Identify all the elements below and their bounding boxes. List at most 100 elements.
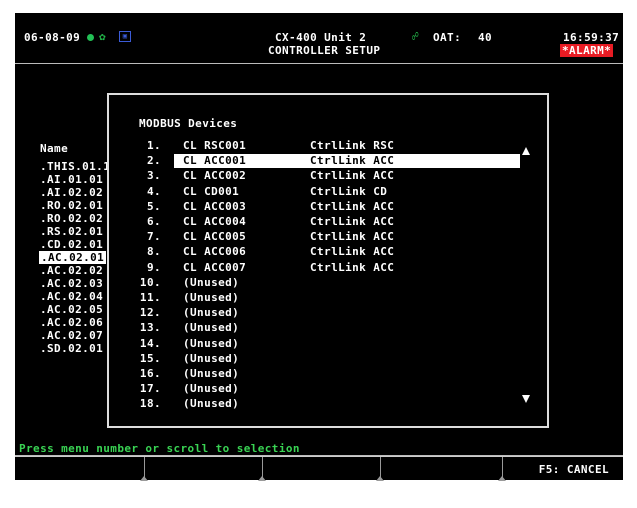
- function-key-4[interactable]: [381, 457, 506, 481]
- alarm-badge[interactable]: *ALARM*: [560, 44, 614, 57]
- device-name: CL ACC004: [183, 215, 247, 228]
- lock-icon: ☍: [412, 30, 420, 43]
- name-list-item[interactable]: .AC.02.03: [40, 277, 103, 290]
- device-name: CL ACC007: [183, 260, 247, 274]
- device-row[interactable]: 7. CL ACC005 CtrlLink ACC: [129, 230, 499, 244]
- device-number: 6.: [146, 215, 161, 228]
- status-line: Press menu number or scroll to selection: [19, 442, 300, 455]
- function-key-bar: F5: CANCEL: [15, 456, 623, 481]
- oat-label: OAT:: [433, 31, 462, 44]
- function-key-6[interactable]: F5: CANCEL: [503, 457, 623, 481]
- device-row[interactable]: 3. CL ACC002 CtrlLink ACC: [129, 169, 499, 183]
- device-row[interactable]: 5. CL ACC003 CtrlLink ACC: [129, 200, 499, 214]
- name-list-item[interactable]: .AI.01.01: [40, 173, 103, 186]
- device-row[interactable]: 9. CL ACC007 CtrlLink ACC: [129, 261, 499, 275]
- display-icon: ▣: [119, 31, 131, 42]
- status-dot-icon: [87, 34, 94, 41]
- device-number: 18.: [139, 397, 161, 411]
- device-name: CL ACC003: [183, 199, 247, 213]
- device-row[interactable]: 13. (Unused): [129, 321, 499, 335]
- screen-title: CONTROLLER SETUP: [268, 44, 381, 57]
- name-list-item[interactable]: .AI.02.02: [40, 186, 103, 199]
- device-row[interactable]: 18. (Unused): [129, 397, 499, 411]
- unit-title: CX-400 Unit 2: [275, 31, 367, 44]
- scroll-up-icon[interactable]: [522, 147, 530, 155]
- device-number: 5.: [146, 199, 161, 213]
- device-number: 2.: [146, 154, 161, 168]
- fan-icon: ✿: [99, 30, 107, 43]
- device-name: (Unused): [183, 321, 240, 335]
- device-number: 8.: [146, 245, 161, 259]
- function-key-3[interactable]: [263, 457, 384, 481]
- device-type: CtrlLink ACC: [310, 154, 395, 168]
- name-list-item[interactable]: .AC.02.05: [40, 303, 103, 316]
- device-number: 7.: [146, 230, 161, 244]
- device-row[interactable]: 16. (Unused): [129, 367, 499, 381]
- device-name: CL RSC001: [183, 139, 247, 152]
- device-row[interactable]: 4. CL CD001 CtrlLink CD: [129, 185, 499, 199]
- device-row[interactable]: 2. CL ACC001 CtrlLink ACC: [129, 154, 520, 169]
- name-list-item[interactable]: .AC.02.01: [39, 251, 107, 264]
- device-type: CtrlLink CD: [310, 184, 388, 198]
- modbus-devices-dialog: MODBUS Devices 1. CL RSC001 CtrlLink RSC 2.…: [107, 93, 549, 428]
- function-key-2[interactable]: [145, 457, 266, 481]
- device-name: (Unused): [183, 367, 240, 380]
- name-list-item[interactable]: .SD.02.01: [40, 342, 103, 355]
- device-type: CtrlLink ACC: [310, 260, 395, 274]
- device-row[interactable]: 12. (Unused): [129, 306, 499, 320]
- device-number: 16.: [139, 367, 161, 380]
- name-list-item[interactable]: .RO.02.01: [40, 199, 103, 212]
- header-divider: [15, 63, 623, 64]
- name-list-item[interactable]: .RO.02.02: [40, 212, 103, 225]
- device-row[interactable]: 17. (Unused): [129, 382, 499, 396]
- device-name: (Unused): [183, 306, 240, 320]
- device-number: 15.: [139, 351, 161, 365]
- device-name: CL ACC005: [183, 230, 247, 244]
- device-type: CtrlLink RSC: [310, 139, 395, 152]
- device-name: CL ACC002: [183, 169, 247, 183]
- device-row[interactable]: 14. (Unused): [129, 337, 499, 351]
- device-name: (Unused): [183, 291, 240, 304]
- device-row[interactable]: 8. CL ACC006 CtrlLink ACC: [129, 245, 499, 259]
- name-list-item[interactable]: .AC.02.04: [40, 290, 103, 303]
- device-number: 12.: [139, 306, 161, 320]
- name-column-label: Name: [40, 142, 69, 155]
- controller-screen: 06-08-09 ✿ ▣ CX-400 Unit 2 CONTROLLER SE…: [15, 13, 623, 481]
- date-display: 06-08-09: [24, 31, 81, 44]
- name-list-item[interactable]: .RS.02.01: [40, 225, 103, 238]
- device-number: 10.: [139, 275, 161, 289]
- device-number: 14.: [139, 336, 161, 350]
- device-row[interactable]: 1. CL RSC001 CtrlLink RSC: [129, 139, 499, 153]
- device-name: (Unused): [183, 397, 240, 411]
- device-number: 4.: [146, 184, 161, 198]
- name-list-item[interactable]: .THIS.01.1: [40, 160, 110, 173]
- device-type: CtrlLink ACC: [310, 245, 395, 259]
- device-number: 17.: [139, 382, 161, 396]
- name-list-item[interactable]: .AC.02.02: [40, 264, 103, 277]
- device-type: CtrlLink ACC: [310, 169, 395, 183]
- device-name: (Unused): [183, 275, 240, 289]
- device-name: CL CD001: [183, 184, 240, 198]
- device-number: 13.: [139, 321, 161, 335]
- device-name: (Unused): [183, 351, 240, 365]
- scroll-down-icon[interactable]: [522, 395, 530, 403]
- device-number: 3.: [146, 169, 161, 183]
- device-name: CL ACC001: [183, 154, 247, 168]
- header-bar: 06-08-09 ✿ ▣ CX-400 Unit 2 CONTROLLER SE…: [15, 27, 623, 61]
- device-type: CtrlLink ACC: [310, 215, 395, 228]
- function-key-1[interactable]: [15, 457, 148, 481]
- name-list-item[interactable]: .AC.02.06: [40, 316, 103, 329]
- name-list-item[interactable]: .CD.02.01: [40, 238, 103, 251]
- device-row[interactable]: 11. (Unused): [129, 291, 499, 305]
- device-row[interactable]: 10. (Unused): [129, 276, 499, 290]
- device-row[interactable]: 15. (Unused): [129, 352, 499, 366]
- device-number: 11.: [139, 291, 161, 304]
- oat-value: 40: [478, 31, 493, 44]
- device-name: (Unused): [183, 382, 240, 396]
- device-row[interactable]: 6. CL ACC004 CtrlLink ACC: [129, 215, 499, 229]
- name-list-item[interactable]: .AC.02.07: [40, 329, 103, 342]
- device-name: CL ACC006: [183, 245, 247, 259]
- device-name: (Unused): [183, 336, 240, 350]
- device-number: 1.: [146, 139, 161, 152]
- device-type: CtrlLink ACC: [310, 199, 395, 213]
